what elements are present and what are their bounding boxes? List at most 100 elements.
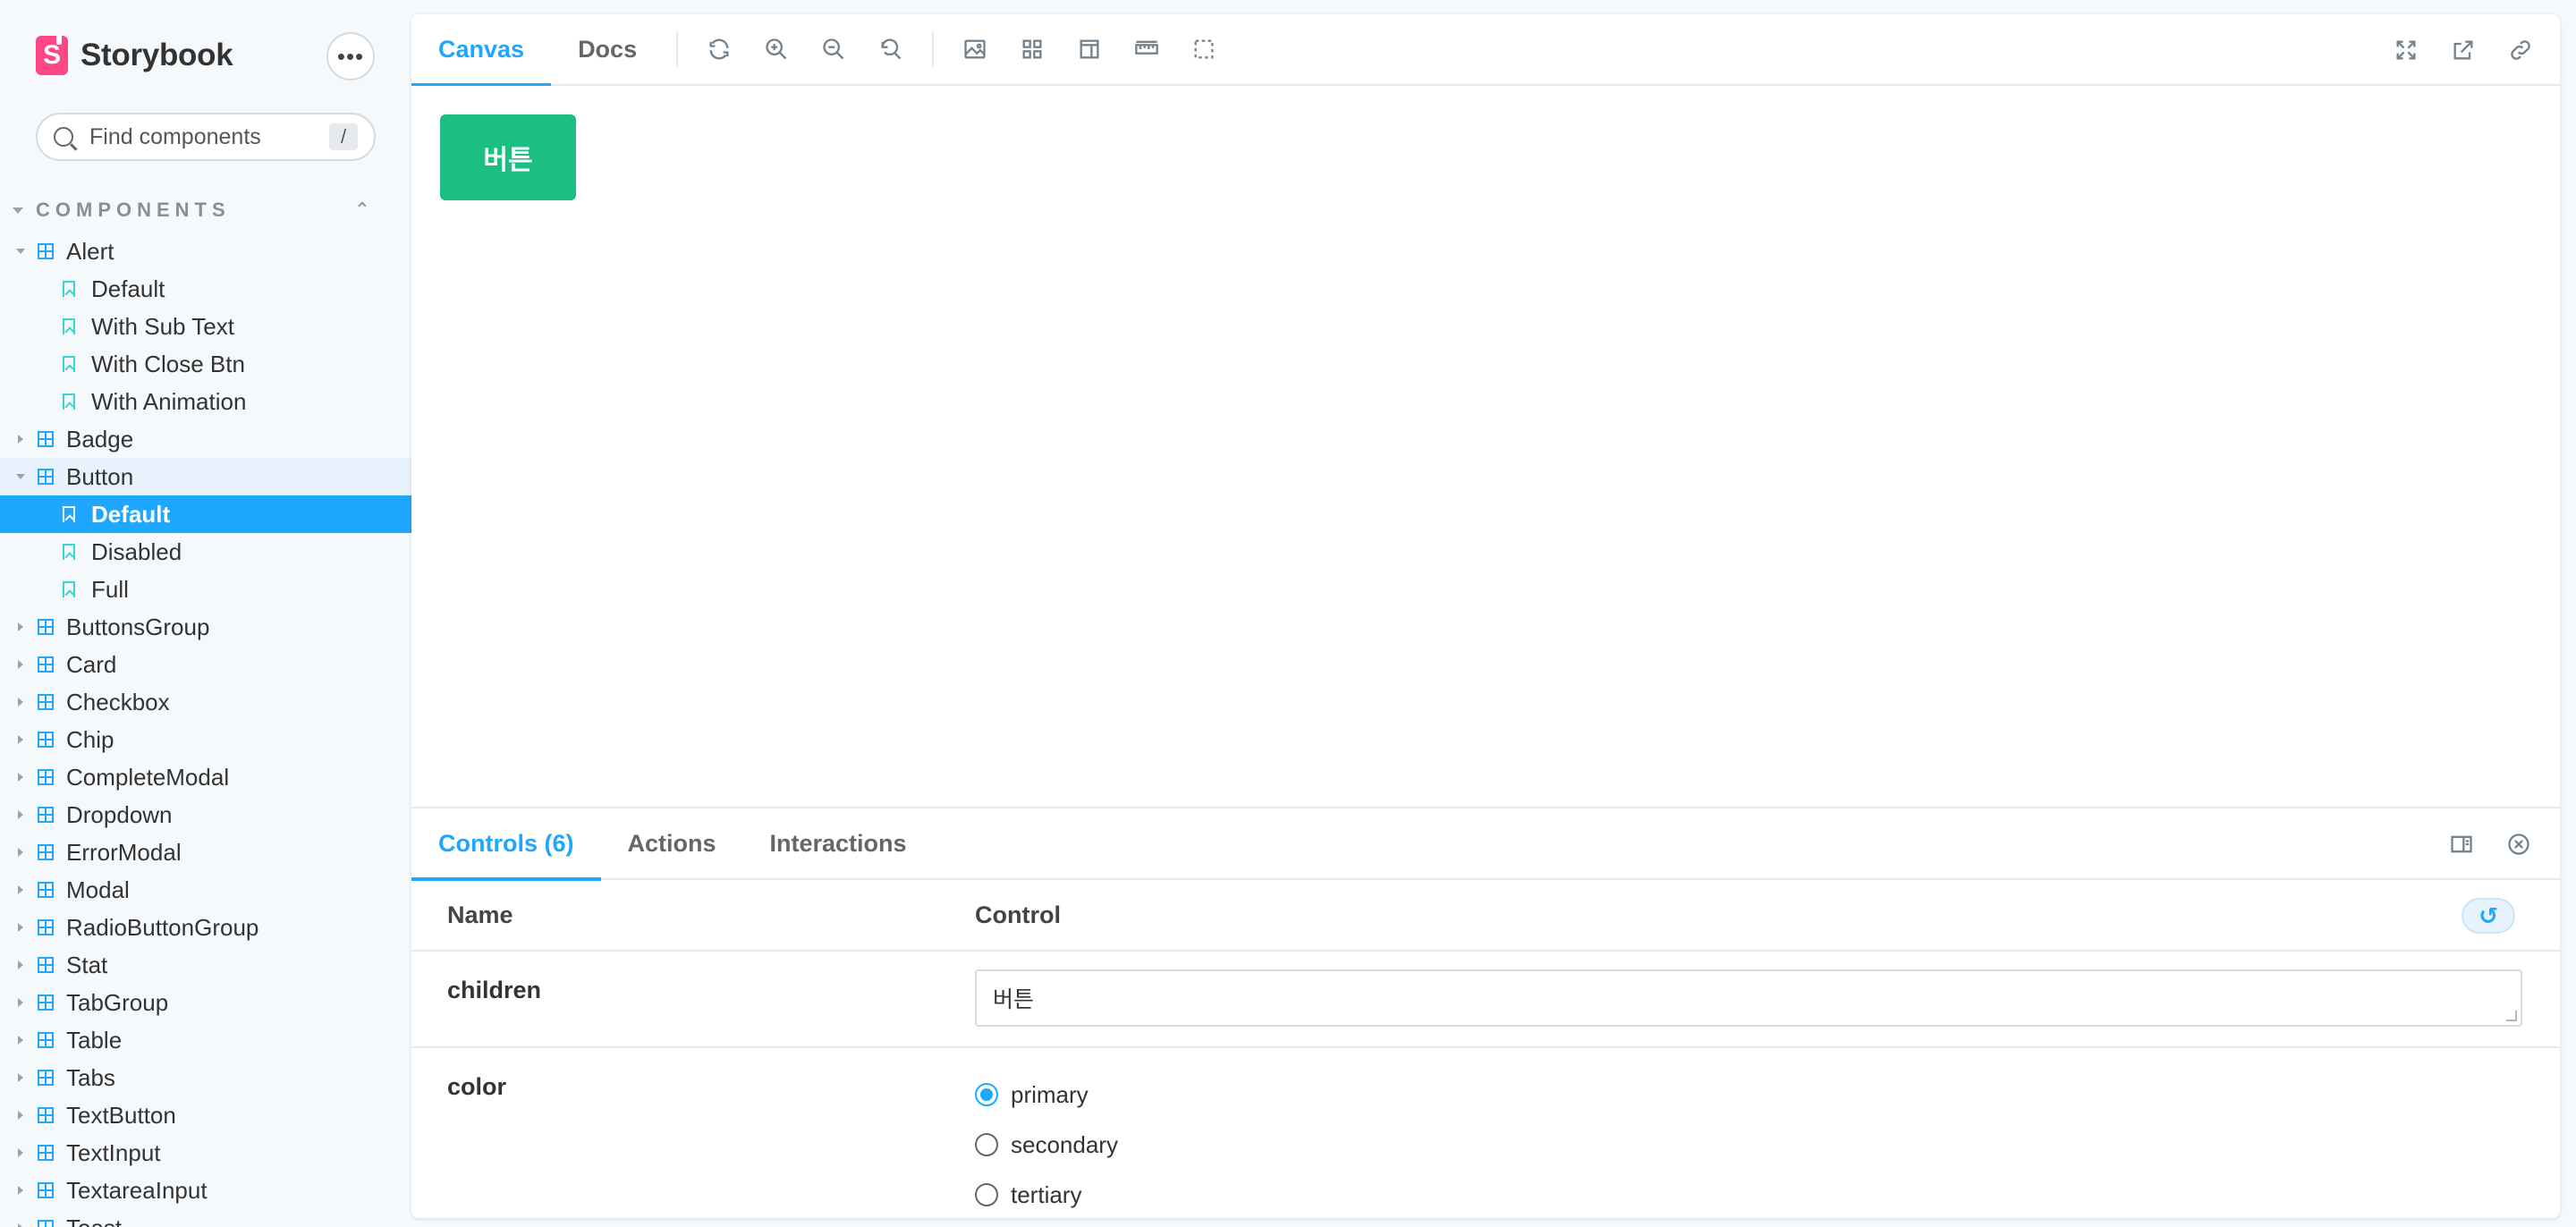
component-icon — [38, 243, 54, 259]
more-menu-button[interactable]: ••• — [326, 32, 375, 80]
children-value: 버튼 — [993, 986, 1035, 1012]
chevron-right-icon — [18, 848, 23, 857]
search-input[interactable]: Find components / — [36, 113, 376, 161]
component-icon — [38, 1070, 54, 1086]
story-canvas: 버튼 — [411, 86, 2560, 807]
component-icon — [38, 732, 54, 748]
sidebar-item-card[interactable]: Card — [0, 646, 411, 683]
chevron-down-icon — [16, 249, 25, 254]
component-icon — [38, 431, 54, 447]
storybook-brand[interactable]: S Storybook — [36, 36, 233, 75]
tab-interactions[interactable]: Interactions — [743, 808, 934, 879]
chevron-right-icon — [18, 1148, 23, 1157]
sidebar-story-disabled[interactable]: Disabled — [0, 533, 411, 571]
sidebar-item-completemodal[interactable]: CompleteModal — [0, 758, 411, 796]
prop-name: children — [447, 977, 542, 1003]
zoom-in-button[interactable] — [748, 14, 805, 85]
chevron-right-icon — [18, 998, 23, 1007]
component-icon — [38, 1032, 54, 1048]
viewport-button[interactable] — [1061, 14, 1118, 85]
preview-panel: Canvas Docs 버튼 Controls (6) Actions Inte… — [411, 14, 2560, 1218]
sidebar-item-modal[interactable]: Modal — [0, 871, 411, 909]
fullscreen-button[interactable] — [2377, 14, 2435, 86]
sidebar-item-checkbox[interactable]: Checkbox — [0, 683, 411, 721]
measure-button[interactable] — [1118, 14, 1175, 85]
sidebar-item-errormodal[interactable]: ErrorModal — [0, 834, 411, 871]
component-icon — [38, 882, 54, 898]
outline-button[interactable] — [1175, 14, 1233, 85]
bookmark-icon — [63, 581, 75, 597]
close-panel-icon — [2508, 834, 2529, 855]
component-icon — [38, 469, 54, 485]
radio-tertiary[interactable]: tertiary — [975, 1170, 1118, 1218]
outline-icon — [1194, 39, 1214, 59]
prop-name: color — [447, 1073, 507, 1100]
sidebar-item-label: TextInput — [66, 1138, 161, 1166]
reset-controls-button[interactable]: ↺ — [2462, 898, 2515, 934]
component-icon — [38, 1182, 54, 1198]
sidebar-item-button[interactable]: Button — [0, 458, 411, 495]
chevron-down-icon — [13, 207, 23, 214]
sidebar-item-textareainput[interactable]: TextareaInput — [0, 1172, 411, 1209]
resize-handle-icon[interactable] — [2506, 1011, 2517, 1021]
control-column-header: Control — [975, 901, 1061, 928]
open-new-tab-button[interactable] — [2435, 14, 2492, 86]
sidebar-item-label: ErrorModal — [66, 838, 182, 866]
reload-button[interactable] — [691, 14, 748, 85]
sidebar-item-radiobuttongroup[interactable]: RadioButtonGroup — [0, 909, 411, 946]
copy-link-button[interactable] — [2492, 14, 2549, 86]
sidebar-item-stat[interactable]: Stat — [0, 946, 411, 984]
tab-canvas[interactable]: Canvas — [411, 14, 552, 87]
sidebar-item-label: Full — [91, 575, 129, 603]
sidebar-item-alert[interactable]: Alert — [0, 233, 411, 270]
chevron-right-icon — [18, 810, 23, 819]
children-text-input[interactable]: 버튼 — [975, 969, 2522, 1027]
preview-button[interactable]: 버튼 — [440, 114, 576, 200]
sidebar-item-toast[interactable]: Toast — [0, 1209, 411, 1227]
component-tree: Alert Default With Sub Text With Close Btn W… — [0, 233, 411, 1227]
component-icon — [38, 656, 54, 673]
panel-orientation-button[interactable] — [2433, 808, 2490, 880]
sidebar-item-tabs[interactable]: Tabs — [0, 1059, 411, 1096]
zoom-reset-button[interactable] — [862, 14, 919, 85]
storybook-logo-icon: S — [36, 36, 68, 75]
tab-docs[interactable]: Docs — [551, 14, 664, 85]
sidebar-item-dropdown[interactable]: Dropdown — [0, 796, 411, 834]
sidebar-story-default[interactable]: Default — [0, 495, 411, 533]
sidebar-item-textinput[interactable]: TextInput — [0, 1134, 411, 1172]
radio-primary[interactable]: primary — [975, 1070, 1118, 1120]
sidebar-story-default[interactable]: Default — [0, 270, 411, 308]
grid-button[interactable] — [1004, 14, 1061, 85]
chevron-right-icon — [18, 622, 23, 631]
tab-controls[interactable]: Controls (6) — [411, 808, 601, 881]
sidebar-story-with-close-btn[interactable]: With Close Btn — [0, 345, 411, 383]
expand-collapse-icon[interactable]: ⌃ — [354, 200, 370, 220]
background-button[interactable] — [946, 14, 1004, 85]
sidebar-item-badge[interactable]: Badge — [0, 420, 411, 458]
sidebar-item-label: Modal — [66, 876, 130, 903]
tab-actions[interactable]: Actions — [601, 808, 743, 879]
sidebar-item-textbutton[interactable]: TextButton — [0, 1096, 411, 1134]
components-section-header[interactable]: COMPONENTS ⌃ — [13, 195, 370, 225]
name-column-header: Name — [447, 901, 513, 928]
sidebar-story-with-animation[interactable]: With Animation — [0, 383, 411, 420]
close-panel-button[interactable] — [2490, 808, 2547, 880]
radio-label: secondary — [1011, 1130, 1118, 1158]
bookmark-icon — [63, 318, 75, 334]
radio-unchecked-icon — [975, 1133, 998, 1156]
sidebar-item-label: Alert — [66, 237, 114, 265]
sidebar-story-with-sub-text[interactable]: With Sub Text — [0, 308, 411, 345]
radio-secondary[interactable]: secondary — [975, 1120, 1118, 1170]
sidebar-item-buttonsgroup[interactable]: ButtonsGroup — [0, 608, 411, 646]
toolbar-divider — [676, 31, 679, 67]
sidebar-item-chip[interactable]: Chip — [0, 721, 411, 758]
panel-orientation-icon — [2451, 835, 2472, 853]
chevron-right-icon — [18, 1111, 23, 1120]
sidebar-item-label: CompleteModal — [66, 763, 230, 791]
sidebar-story-full[interactable]: Full — [0, 571, 411, 608]
chevron-right-icon — [18, 1186, 23, 1195]
sidebar-item-label: With Sub Text — [91, 312, 234, 340]
sidebar-item-table[interactable]: Table — [0, 1021, 411, 1059]
zoom-out-button[interactable] — [805, 14, 862, 85]
sidebar-item-tabgroup[interactable]: TabGroup — [0, 984, 411, 1021]
